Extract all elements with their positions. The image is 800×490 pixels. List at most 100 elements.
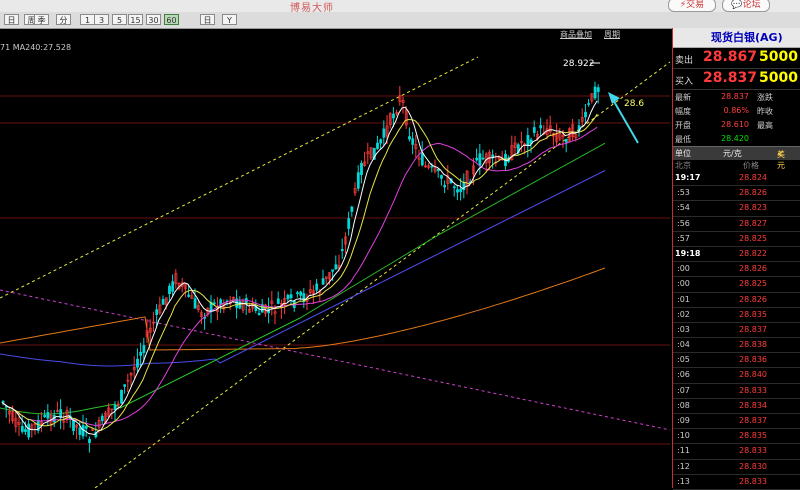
tick-price: 28.836 xyxy=(739,355,767,365)
trade-button[interactable]: ⚡交易 xyxy=(668,0,716,12)
chat-bubble-icon: 💬 xyxy=(731,0,743,10)
candle-body xyxy=(593,86,597,99)
period-button[interactable]: 3 xyxy=(94,14,109,25)
candle-body xyxy=(24,429,27,432)
period-button[interactable]: 日 xyxy=(4,14,19,25)
tick-time: :53 xyxy=(677,188,690,198)
candle-body xyxy=(46,412,50,419)
chart-canvas[interactable]: 28.922 28.6 xyxy=(0,28,670,488)
buy-price: 28.837 xyxy=(703,70,758,86)
buy-row[interactable]: 买入 28.837 5000 xyxy=(673,68,800,90)
tick-row: :56 28.827 xyxy=(673,217,800,232)
candle-body xyxy=(340,249,344,252)
candle-body xyxy=(360,163,363,175)
tick-subheader: 北京 价格 xyxy=(673,160,800,171)
period-button[interactable]: 15 xyxy=(128,14,143,25)
tick-header: 单位 元/克 ✔ 美元 xyxy=(673,146,800,170)
tick-row: :00 28.826 xyxy=(673,262,800,278)
tick-time: :05 xyxy=(677,355,690,365)
candle-body xyxy=(443,184,447,188)
period-button[interactable]: 季 xyxy=(34,14,49,25)
candle-body xyxy=(321,278,325,285)
candle-body xyxy=(289,294,293,299)
tick-time: :02 xyxy=(677,309,690,319)
tick-row: :02 28.835 xyxy=(673,308,800,323)
tick-price: 28.827 xyxy=(739,218,767,228)
tick-price: 28.830 xyxy=(739,461,767,471)
sell-row[interactable]: 卖出 28.867 5000 xyxy=(673,48,800,68)
tick-row: :04 28.838 xyxy=(673,338,800,354)
candle-body xyxy=(376,142,379,149)
ma120-line xyxy=(0,170,606,367)
tick-price: 28.833 xyxy=(739,476,767,486)
candle-body xyxy=(187,294,191,297)
tick-price: 28.837 xyxy=(739,416,767,425)
candle-body xyxy=(155,309,159,316)
tick-price: 28.837 xyxy=(739,324,767,334)
location-label: 北京 xyxy=(675,161,691,170)
tick-row: :10 28.835 xyxy=(673,429,800,445)
stat-label-2: 涨跌 xyxy=(757,93,773,102)
period-button[interactable]: 1 xyxy=(80,14,95,25)
tick-price: 28.825 xyxy=(739,233,767,243)
tick-row: :12 28.830 xyxy=(673,460,800,475)
stat-label-2: 最高 xyxy=(757,121,773,130)
period-button[interactable]: 30 xyxy=(146,14,161,25)
period-button[interactable]: Y xyxy=(222,14,237,25)
tick-time: :11 xyxy=(677,446,690,456)
trend-line xyxy=(0,289,670,431)
tick-time: :10 xyxy=(677,431,690,441)
tick-row: :08 28.834 xyxy=(673,399,800,414)
tick-time: 19:18 xyxy=(675,248,701,258)
period-button[interactable]: 分 xyxy=(56,14,71,25)
tick-row: :11 28.833 xyxy=(673,444,800,460)
period-button[interactable]: 5 xyxy=(112,14,127,25)
candle-body xyxy=(596,87,600,92)
tick-row: :54 28.823 xyxy=(673,201,800,217)
period-link[interactable]: 周期 xyxy=(604,30,620,39)
tick-price: 28.826 xyxy=(739,264,767,274)
candle-body xyxy=(171,281,175,292)
candle-body xyxy=(161,298,165,305)
candle-body xyxy=(331,269,335,272)
forum-button[interactable]: 💬论坛 xyxy=(722,0,770,12)
candle-body xyxy=(456,189,459,193)
arrow-icon xyxy=(608,92,620,104)
candle-body xyxy=(430,165,434,168)
instrument-title: 现货白银(AG) xyxy=(673,28,800,48)
stat-label: 开盘 xyxy=(675,121,691,130)
candle-body xyxy=(276,298,280,304)
price-column-label: 价格 xyxy=(743,161,759,170)
candle-body xyxy=(136,358,139,368)
stat-label: 最新 xyxy=(675,93,691,102)
tick-price: 28.822 xyxy=(739,248,767,258)
tick-time: :00 xyxy=(677,264,690,274)
kline-chart[interactable]: 28.922 28.6 71 MA240:27.528 商品叠加 周期 xyxy=(0,28,670,488)
period-button[interactable]: 60 xyxy=(164,14,179,25)
candle-body xyxy=(478,153,482,166)
tick-price: 28.826 xyxy=(739,188,767,198)
tick-time: :57 xyxy=(677,233,690,243)
candle-body xyxy=(539,125,543,129)
candle-body xyxy=(382,128,386,138)
period-button[interactable]: 日 xyxy=(200,14,215,25)
candle-body xyxy=(452,186,456,189)
candle-body xyxy=(296,292,299,294)
candle-body xyxy=(78,427,82,435)
tick-time: :54 xyxy=(677,203,690,213)
tick-time: :08 xyxy=(677,400,690,410)
tick-price: 28.826 xyxy=(739,294,767,304)
tick-time: :09 xyxy=(677,416,690,425)
stat-row: 最新 28.837 涨跌 xyxy=(673,90,800,104)
overlay-link[interactable]: 商品叠加 xyxy=(560,30,592,39)
tick-time: :06 xyxy=(677,370,690,380)
candle-body xyxy=(587,103,591,105)
high-price-label: 28.922 xyxy=(563,59,595,69)
candle-body xyxy=(411,138,415,145)
candle-body xyxy=(257,313,261,315)
quote-panel: 现货白银(AG) 卖出 28.867 5000 买入 28.837 5000 最… xyxy=(672,28,800,490)
tick-price: 28.834 xyxy=(739,400,767,410)
tick-row: :03 28.837 xyxy=(673,323,800,339)
ma60-line xyxy=(0,142,606,415)
stat-value: 28.610 xyxy=(721,120,749,129)
